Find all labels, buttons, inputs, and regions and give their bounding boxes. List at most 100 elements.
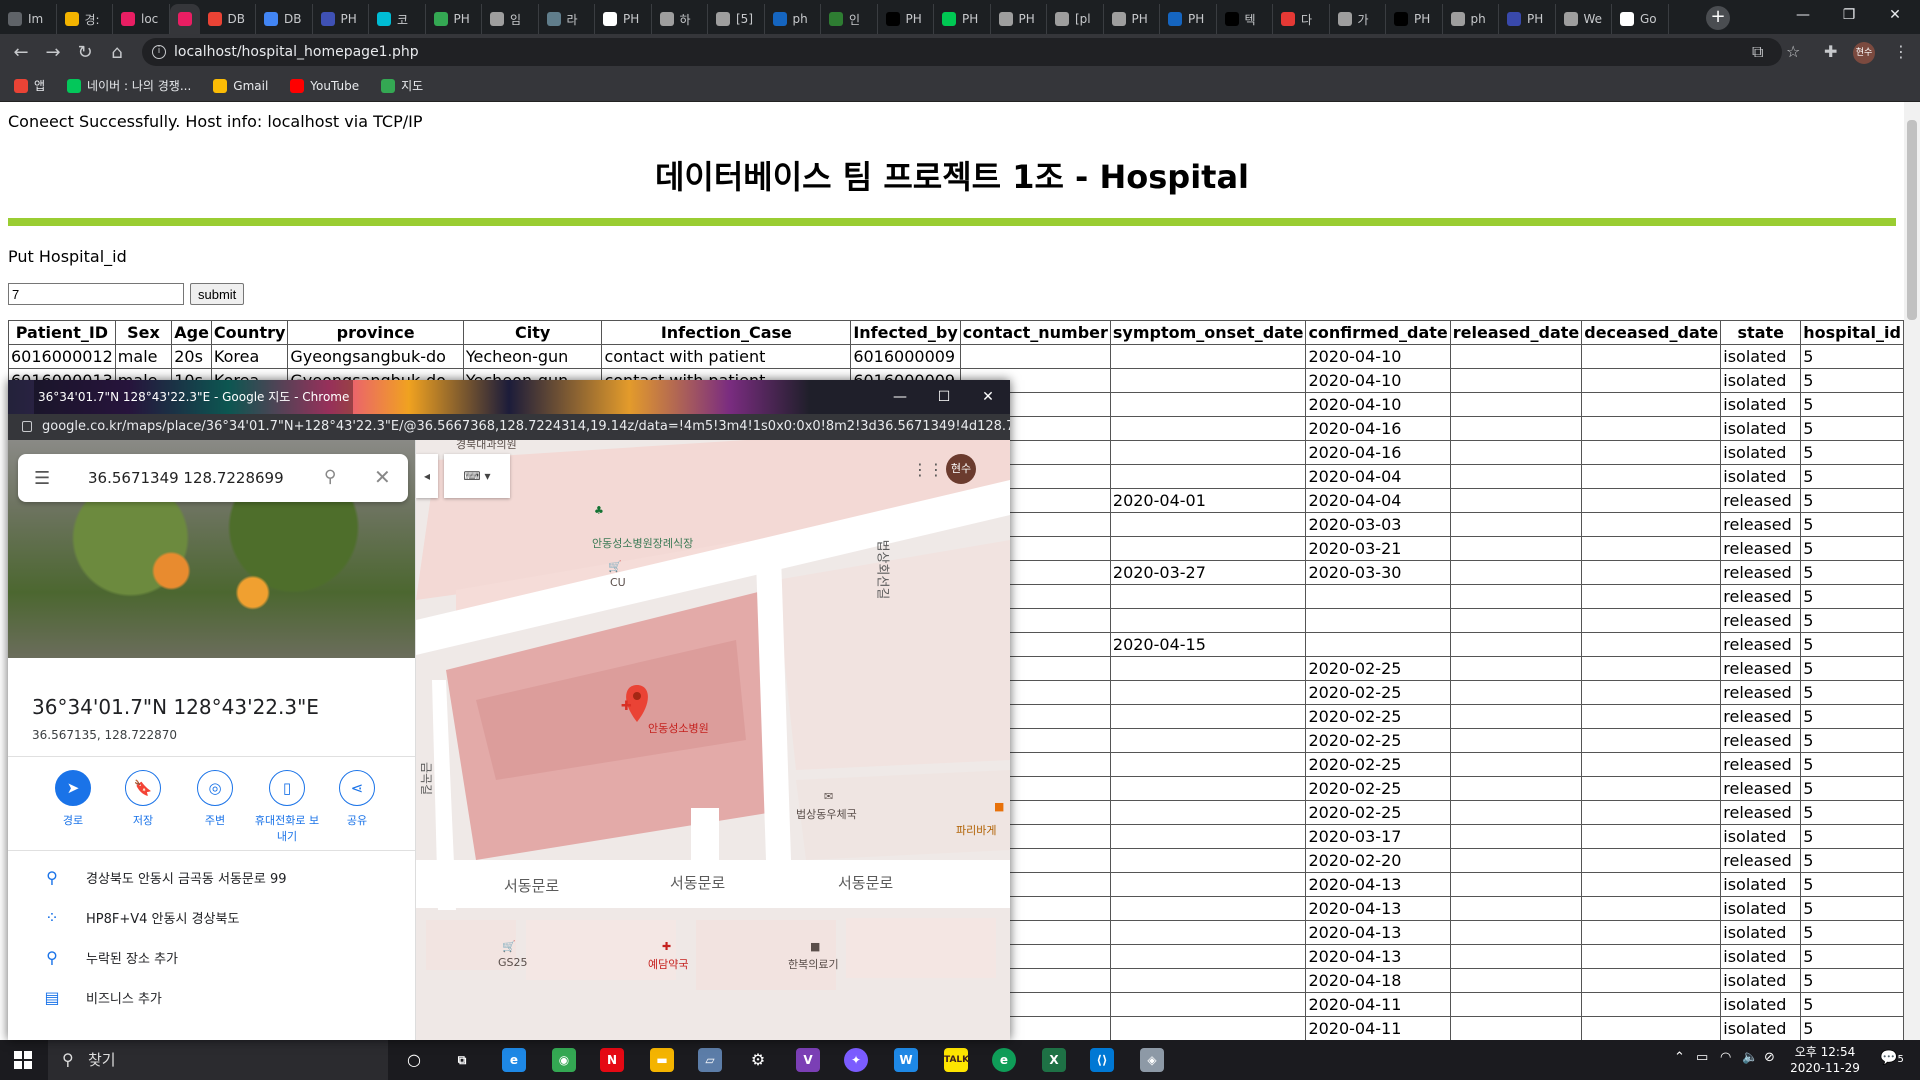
search-icon[interactable]: ⚲ — [324, 467, 336, 487]
maps-profile-avatar[interactable]: 현수 — [946, 454, 976, 484]
site-info-icon[interactable]: i — [152, 45, 166, 59]
browser-tab[interactable]: 하 — [652, 4, 708, 34]
chevron-up-icon[interactable]: ⌃ — [1674, 1050, 1685, 1065]
netflix-icon[interactable]: N — [600, 1048, 624, 1072]
hamburger-menu-icon[interactable]: ☰ — [34, 468, 50, 489]
map-canvas[interactable]: ✚ ◂ ⌨ ▾ ⋮⋮⋮ 현수 경북대과의원 ♣ 안동성소병원장례식장 🛒 CU … — [416, 440, 1010, 1040]
browser-tab[interactable]: PH — [313, 4, 369, 34]
reload-icon[interactable]: ↻ — [72, 40, 98, 66]
place-info-item[interactable]: ▤ 비즈니스 추가 — [38, 988, 161, 1007]
word-app-icon[interactable]: W — [894, 1048, 918, 1072]
volume-icon[interactable]: 🔈 — [1742, 1050, 1758, 1065]
scrollbar-thumb[interactable] — [1907, 120, 1917, 320]
browser-tab[interactable]: loc — [113, 4, 170, 34]
address-bar[interactable]: i localhost/hospital_homepage1.php — [142, 38, 1782, 66]
popup-minimize-button[interactable]: — — [878, 380, 922, 414]
hospital-id-input[interactable] — [8, 283, 184, 305]
place-action-button[interactable]: 🔖 저장 — [108, 770, 178, 828]
map-label-cu[interactable]: CU — [610, 576, 626, 589]
maps-search-query[interactable]: 36.5671349 128.7228699 — [88, 469, 284, 487]
cortana-icon[interactable]: ○ — [402, 1048, 426, 1072]
bookmark-star-icon[interactable]: ☆ — [1786, 42, 1800, 61]
file-explorer-icon[interactable]: ▬ — [650, 1048, 674, 1072]
map-label-gs25[interactable]: GS25 — [498, 956, 528, 969]
notes-icon[interactable]: ▱ — [698, 1048, 722, 1072]
bookmark-item[interactable]: YouTube — [290, 78, 359, 93]
map-label-paris[interactable]: 파리바게 — [956, 822, 996, 838]
popup-address-bar[interactable]: google.co.kr/maps/place/36°34'01.7"N+128… — [8, 414, 1010, 440]
battery-icon[interactable]: ▭ — [1696, 1050, 1708, 1065]
browser-tab[interactable]: PH — [426, 4, 482, 34]
app-icon[interactable]: ◈ — [1140, 1048, 1164, 1072]
browser-tab[interactable]: Im — [0, 4, 57, 34]
close-icon[interactable]: ✕ — [374, 465, 391, 489]
submit-button[interactable]: submit — [190, 283, 245, 305]
extensions-icon[interactable]: ✚ — [1824, 42, 1837, 61]
back-arrow-icon[interactable]: ← — [8, 40, 34, 66]
windows-start-icon[interactable] — [14, 1051, 32, 1069]
ime-icon[interactable]: ⊘ — [1764, 1050, 1775, 1065]
minimize-button[interactable]: — — [1780, 0, 1826, 30]
browser-tab[interactable]: PH — [1160, 4, 1217, 34]
place-info-item[interactable]: ⁘ HP8F+V4 안동시 경상북도 — [38, 908, 239, 927]
place-info-item[interactable]: ⚲ 누락된 장소 추가 — [38, 948, 178, 967]
keyboard-input-button[interactable]: ⌨ ▾ — [444, 454, 510, 498]
browser-tab[interactable]: 다 — [1273, 4, 1330, 34]
bookmark-item[interactable]: Gmail — [213, 78, 268, 93]
browser-tab[interactable]: 경: — [57, 4, 113, 34]
excel-icon[interactable]: X — [1042, 1048, 1066, 1072]
browser-tab[interactable]: 가 — [1330, 4, 1386, 34]
place-action-button[interactable]: ▯ 휴대전화로 보내기 — [252, 770, 322, 844]
browser-tab[interactable]: PH — [934, 4, 991, 34]
settings-gear-icon[interactable]: ⚙ — [746, 1048, 770, 1072]
browser-tab[interactable]: PH — [991, 4, 1047, 34]
map-label-pharmacy[interactable]: 예담약국 — [648, 956, 688, 972]
visual-studio-icon[interactable]: V — [796, 1048, 820, 1072]
vscode-icon[interactable]: ⟨⟩ — [1090, 1048, 1114, 1072]
popup-maximize-button[interactable]: ☐ — [922, 380, 966, 414]
place-action-button[interactable]: ◎ 주변 — [180, 770, 250, 828]
browser-tab[interactable]: ph — [1443, 4, 1499, 34]
translate-icon[interactable]: ⧉ — [1752, 42, 1763, 62]
browser-tab[interactable]: PH — [1499, 4, 1556, 34]
browser-tab[interactable]: PH — [595, 4, 652, 34]
forward-arrow-icon[interactable]: → — [40, 40, 66, 66]
page-scrollbar[interactable] — [1904, 102, 1920, 1040]
task-view-icon[interactable]: ⧉ — [450, 1048, 474, 1072]
chrome-icon[interactable]: ◉ — [552, 1048, 576, 1072]
browser-tab[interactable]: 인 — [821, 4, 878, 34]
place-action-button[interactable]: ⋖ 공유 — [322, 770, 392, 828]
browser-tab[interactable]: [pl — [1047, 4, 1104, 34]
home-icon[interactable]: ⌂ — [104, 40, 130, 66]
browser-tab[interactable]: DB — [256, 4, 313, 34]
collapse-panel-button[interactable]: ◂ — [416, 454, 438, 498]
place-info-item[interactable]: ⚲ 경상북도 안동시 금곡동 서동문로 99 — [38, 868, 286, 887]
profile-avatar[interactable]: 현수 — [1853, 42, 1875, 64]
browser-tab[interactable]: PH — [1104, 4, 1160, 34]
browser-tab[interactable]: 코 — [369, 4, 426, 34]
browser-tab[interactable]: PH — [1386, 4, 1443, 34]
ie-icon[interactable]: e — [502, 1048, 526, 1072]
browser-tab[interactable]: 텍 — [1217, 4, 1273, 34]
map-label-hospital[interactable]: 안동성소병원 — [648, 720, 709, 736]
edge-icon[interactable]: e — [992, 1048, 1016, 1072]
close-window-button[interactable]: ✕ — [1872, 0, 1918, 30]
browser-tab[interactable]: 임 — [482, 4, 539, 34]
bookmark-item[interactable]: 지도 — [381, 77, 423, 94]
maps-search-box[interactable]: ☰ 36.5671349 128.7228699 ⚲ ✕ — [18, 454, 408, 502]
wifi-icon[interactable]: ◠ — [1720, 1050, 1731, 1065]
browser-tab[interactable]: × — [169, 4, 200, 34]
taskbar-search-box[interactable]: ⚲ 찾기 — [48, 1040, 388, 1080]
kebab-menu-icon[interactable]: ⋮ — [1893, 42, 1909, 61]
browser-tab[interactable]: DB — [200, 4, 256, 34]
messenger-icon[interactable]: ✦ — [844, 1048, 868, 1072]
place-action-button[interactable]: ➤ 경로 — [38, 770, 108, 828]
kakaotalk-icon[interactable]: TALK — [944, 1048, 969, 1072]
bookmark-item[interactable]: 앱 — [14, 77, 45, 94]
browser-tab[interactable]: [5] — [708, 4, 765, 34]
map-label-hanbok[interactable]: 한복의료기 — [788, 956, 839, 972]
browser-tab[interactable]: ph — [765, 4, 821, 34]
map-label-funeral[interactable]: 안동성소병원장례식장 — [592, 535, 693, 551]
bookmark-item[interactable]: 네이버 : 나의 경쟁... — [67, 77, 191, 94]
taskbar-clock[interactable]: 오후 12:54 2020-11-29 — [1780, 1044, 1870, 1076]
